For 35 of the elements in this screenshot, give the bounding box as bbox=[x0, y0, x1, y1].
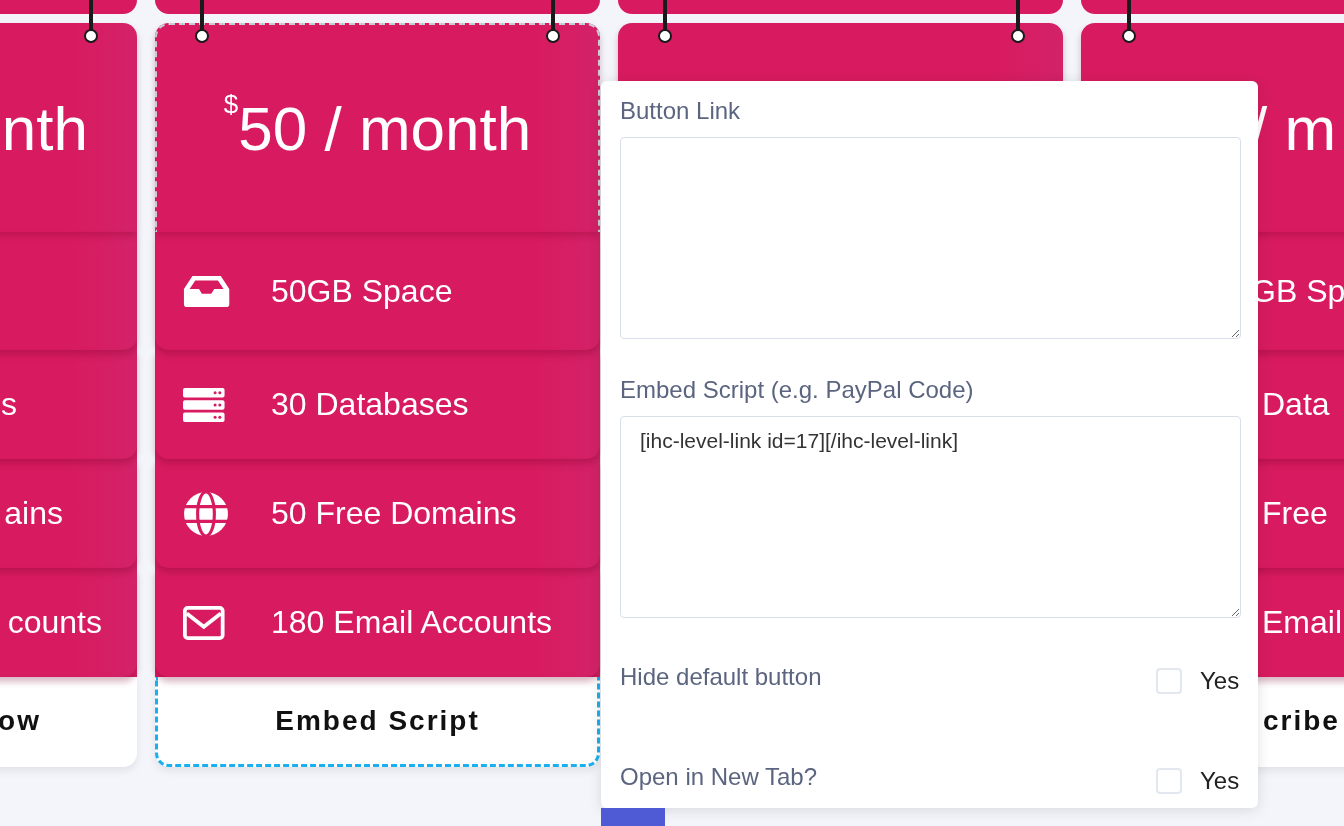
hanger-drawing bbox=[83, 0, 99, 44]
hanger-drawing bbox=[1121, 0, 1137, 44]
feature-text: Email bbox=[1262, 604, 1342, 641]
globe-icon bbox=[183, 490, 229, 537]
feature-text: 180 Email Accounts bbox=[271, 604, 553, 641]
price-text: nth bbox=[1, 93, 88, 164]
inbox-icon bbox=[183, 274, 231, 308]
hanger-drawing bbox=[657, 0, 673, 44]
plan-button[interactable]: ow bbox=[0, 677, 137, 767]
envelope-icon bbox=[183, 605, 225, 640]
field-label: Embed Script (e.g. PayPal Code) bbox=[620, 376, 975, 404]
feature-text: 50 Free Domains bbox=[271, 495, 517, 532]
checkbox[interactable] bbox=[1156, 668, 1182, 694]
text-area[interactable] bbox=[620, 137, 1241, 339]
price-text: $^{$}$50 / month bbox=[223, 93, 532, 164]
feature-text: Free bbox=[1262, 495, 1328, 532]
checkbox[interactable] bbox=[1156, 768, 1182, 794]
server-icon bbox=[183, 387, 225, 422]
toolbar-button[interactable] bbox=[601, 808, 665, 826]
plan-button[interactable]: Embed Script bbox=[155, 677, 600, 767]
feature-text: ains bbox=[4, 495, 63, 532]
option-label: Yes bbox=[1200, 767, 1240, 795]
hanger-drawing bbox=[545, 0, 561, 44]
option-label: Yes bbox=[1200, 667, 1240, 695]
feature-text: 50GB Space bbox=[271, 272, 453, 310]
feature-text: Data bbox=[1262, 386, 1330, 423]
feature-text: 30 Databases bbox=[271, 386, 469, 423]
field-label: Open in New Tab? bbox=[620, 763, 818, 791]
feature-text: s bbox=[1, 386, 17, 423]
hanger-drawing bbox=[194, 0, 210, 44]
hanger-drawing bbox=[1010, 0, 1026, 44]
field-label: Button Link bbox=[620, 97, 742, 125]
text-area[interactable]: [ihc-level-link id=17][/ihc-level-link] bbox=[620, 416, 1241, 618]
field-label: Hide default button bbox=[620, 663, 823, 691]
feature-text: counts bbox=[7, 604, 102, 641]
